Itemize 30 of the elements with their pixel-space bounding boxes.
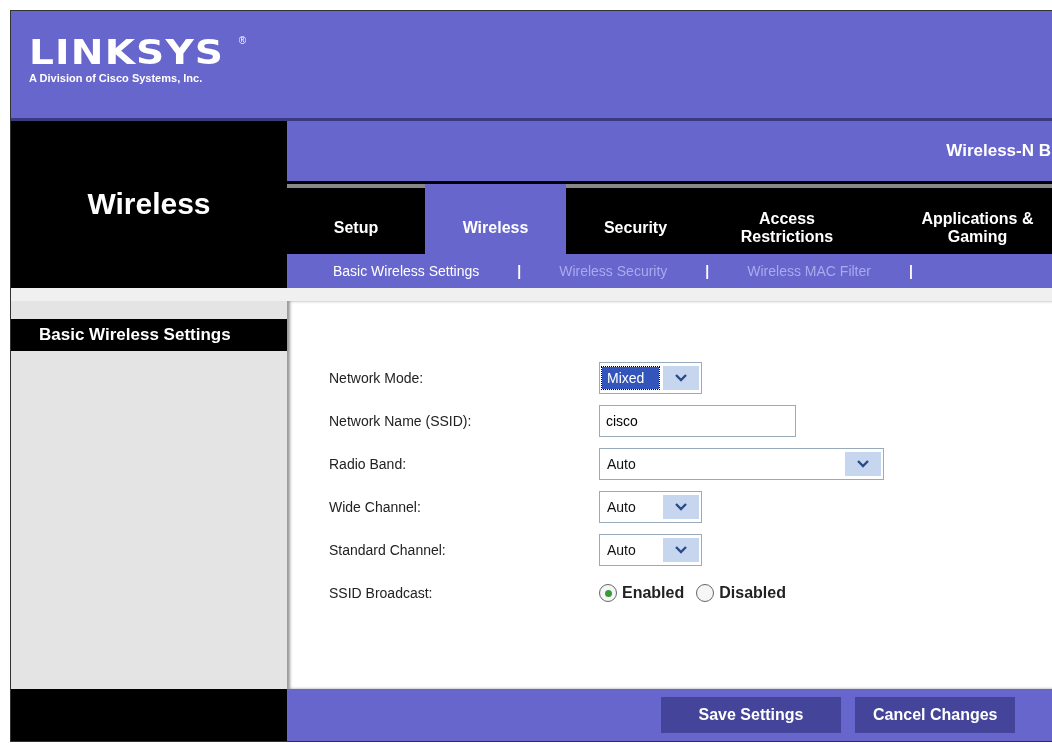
- dropdown[interactable]: Auto: [599, 448, 884, 480]
- separator: |: [908, 263, 913, 279]
- dropdown[interactable]: Auto: [599, 491, 702, 523]
- dropdown[interactable]: Auto: [599, 534, 702, 566]
- field-label: Network Mode:: [329, 370, 425, 386]
- chevron-down-icon: [675, 503, 687, 511]
- registered-mark: ®: [238, 35, 247, 46]
- field-label: Wide Channel:: [329, 499, 422, 515]
- field-label: Radio Band:: [329, 456, 408, 472]
- brand-subtitle: A Division of Cisco Systems, Inc.: [29, 72, 204, 84]
- field-label: Network Name (SSID):: [329, 413, 473, 429]
- separator: |: [517, 263, 522, 279]
- chevron-down-icon: [675, 546, 687, 554]
- separator: |: [705, 263, 710, 279]
- radio-option[interactable]: Disabled: [696, 584, 786, 602]
- logo: LINKSYS: [29, 35, 225, 69]
- footer-button[interactable]: Cancel Changes: [855, 697, 1016, 733]
- field-label: Standard Channel:: [329, 542, 447, 558]
- ssid-input[interactable]: cisco: [599, 405, 796, 437]
- section-title: Wireless: [87, 187, 211, 222]
- radio-option[interactable]: Enabled: [599, 584, 685, 602]
- footer-button[interactable]: Save Settings: [661, 697, 841, 733]
- subnav-link[interactable]: Basic Wireless Settings: [333, 263, 480, 279]
- chevron-down-icon: [857, 460, 869, 468]
- field-label: SSID Broadcast:: [329, 585, 434, 601]
- chevron-down-icon: [675, 374, 687, 382]
- dropdown[interactable]: Mixed: [599, 362, 702, 394]
- nav-tab[interactable]: Wireless: [425, 184, 566, 254]
- sidebar-heading: Basic Wireless Settings: [11, 319, 287, 351]
- product-title: Wireless-N B: [946, 141, 1051, 161]
